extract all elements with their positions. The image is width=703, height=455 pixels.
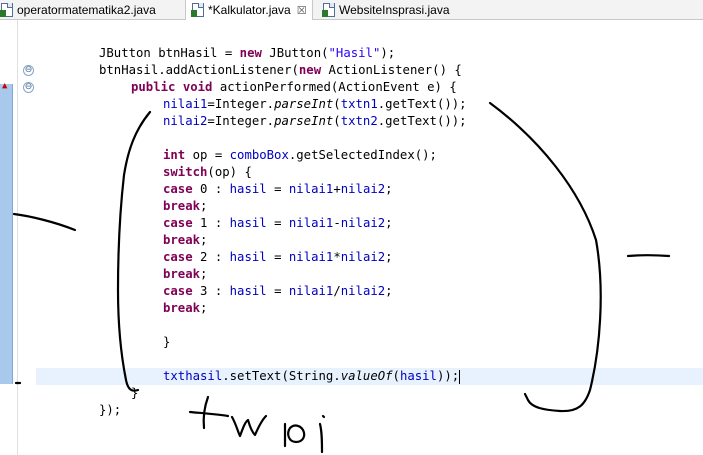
text-caret [459, 369, 461, 384]
code-line: btnHasil.addActionListener(new ActionLis… [99, 63, 462, 77]
code-line: break; [163, 301, 208, 315]
code-line: break; [163, 199, 208, 213]
code-line: case 1 : hasil = nilai1-nilai2; [163, 216, 393, 230]
code-line: case 2 : hasil = nilai1*nilai2; [163, 250, 393, 264]
code-line: case 0 : hasil = nilai1+nilai2; [163, 182, 393, 196]
code-line: break; [163, 233, 208, 247]
code-line: public void actionPerformed(ActionEvent … [131, 80, 457, 94]
code-editor[interactable]: JButton btnHasil = new JButton("Hasil");… [0, 0, 703, 455]
code-line: switch(op) { [163, 165, 252, 179]
code-line: nilai2=Integer.parseInt(txtn2.getText())… [163, 114, 467, 128]
code-line: }); [99, 403, 122, 417]
code-line: } [163, 335, 171, 349]
code-line: } [131, 386, 139, 400]
code-line-current: txthasil.setText(String.valueOf(hasil)); [163, 369, 461, 384]
code-line: case 3 : hasil = nilai1/nilai2; [163, 284, 393, 298]
code-line: nilai1=Integer.parseInt(txtn1.getText())… [163, 97, 467, 111]
code-line: JButton btnHasil = new JButton("Hasil"); [99, 46, 396, 60]
code-line: int op = comboBox.getSelectedIndex(); [163, 148, 437, 162]
code-line: break; [163, 267, 208, 281]
